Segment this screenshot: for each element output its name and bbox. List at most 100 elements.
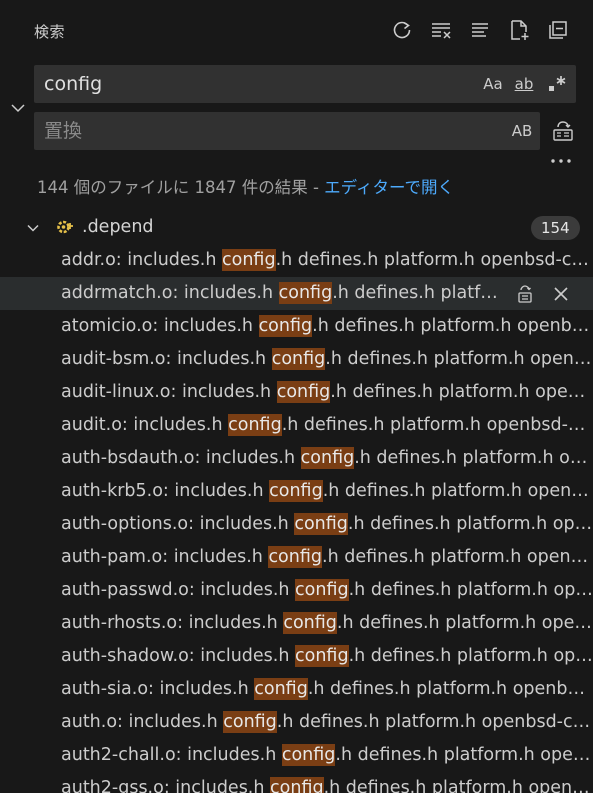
refresh-button[interactable] [389, 17, 415, 43]
match-suffix: .h defines.h platform.h openbsd-compat/o… [347, 514, 593, 534]
new-search-editor-button[interactable] [506, 17, 532, 43]
match-prefix: auth-options.o: includes.h [61, 514, 295, 534]
regex-toggle[interactable] [544, 71, 570, 97]
match-suffix: .h defines.h platform.h openbsd-compat/o… [275, 250, 593, 270]
match-suffix: .h defines.h platform.h openbsd-compat/o… [336, 613, 593, 633]
match-suffix: .h defines.h platform.h openbsd-compat/o… [323, 778, 593, 793]
match-row[interactable]: auth-shadow.o: includes.h config.h defin… [0, 640, 593, 673]
match-text: audit.o: includes.h config.h defines.h p… [61, 414, 593, 436]
replace-all-icon [553, 121, 573, 141]
match-highlight: config [222, 249, 276, 271]
match-suffix: .h defines.h platform.h openbsd-compat/o… [312, 316, 593, 336]
match-row[interactable]: auth-options.o: includes.h config.h defi… [0, 508, 593, 541]
match-text: auth-bsdauth.o: includes.h config.h defi… [61, 447, 593, 469]
match-prefix: auth-passwd.o: includes.h [61, 580, 296, 600]
match-prefix: auth-krb5.o: includes.h [61, 481, 270, 501]
match-prefix: addrmatch.o: includes.h [61, 283, 279, 303]
open-in-editor-link[interactable]: エディターで開く [324, 178, 454, 197]
match-row[interactable]: auth-rhosts.o: includes.h config.h defin… [0, 607, 593, 640]
search-input[interactable] [44, 65, 464, 103]
match-row[interactable]: auth.o: includes.h config.h defines.h pl… [0, 706, 593, 739]
match-case-toggle[interactable]: Aa [480, 71, 506, 97]
panel-title: 検索 [34, 23, 66, 41]
view-as-tree-icon [472, 23, 488, 37]
match-prefix: auth2-chall.o: includes.h [61, 745, 282, 765]
replace-icon [518, 285, 532, 303]
dismiss-button[interactable] [548, 281, 574, 307]
match-suffix: .h defines.h platform.h openbsd-compat/o… [330, 382, 593, 402]
search-field: Aa ab [34, 65, 576, 103]
match-prefix: audit.o: includes.h [61, 415, 229, 435]
match-row[interactable]: auth-pam.o: includes.h config.h defines.… [0, 541, 593, 574]
match-suffix: .h defines.h platform.h openbsd-compat/o… [348, 646, 593, 666]
match-row[interactable]: audit.o: includes.h config.h defines.h p… [0, 409, 593, 442]
match-row[interactable]: audit-bsm.o: includes.h config.h defines… [0, 343, 593, 376]
match-text: auth-shadow.o: includes.h config.h defin… [61, 645, 593, 667]
replace-all-button[interactable] [549, 117, 577, 145]
match-text: auth-krb5.o: includes.h config.h defines… [61, 480, 593, 502]
match-row[interactable]: auth2-chall.o: includes.h config.h defin… [0, 739, 593, 772]
search-details-toggle[interactable] [548, 150, 574, 172]
chevron-down-icon[interactable] [22, 217, 44, 239]
match-prefix: auth-pam.o: includes.h [61, 547, 269, 567]
match-row[interactable]: auth-passwd.o: includes.h config.h defin… [0, 574, 593, 607]
match-whole-word-toggle[interactable]: ab [510, 71, 538, 97]
match-text: auth-rhosts.o: includes.h config.h defin… [61, 612, 593, 634]
match-highlight: config [271, 348, 326, 370]
match-text: auth-passwd.o: includes.h config.h defin… [61, 579, 593, 601]
ellipsis-icon [551, 159, 571, 163]
match-suffix: .h defines.h platform.h openbsd-compat/o… [354, 448, 593, 468]
match-text: auth-options.o: includes.h config.h defi… [61, 513, 593, 535]
view-as-tree-button[interactable] [467, 17, 493, 43]
match-list: addr.o: includes.h config.h defines.h pl… [0, 244, 593, 793]
match-prefix: auth2-gss.o: includes.h [61, 778, 271, 793]
replace-field: AB [34, 112, 540, 150]
match-row[interactable]: addr.o: includes.h config.h defines.h pl… [0, 244, 593, 277]
match-highlight: config [228, 414, 282, 436]
match-highlight: config [300, 447, 355, 469]
replace-button[interactable] [512, 281, 538, 307]
file-result-row[interactable]: .depend 154 [0, 211, 593, 244]
match-suffix: .h defines.h platform.h openbsd-compat/o… [281, 415, 593, 435]
match-highlight: config [283, 612, 337, 634]
match-text: atomicio.o: includes.h config.h defines.… [61, 315, 593, 337]
match-row[interactable]: atomicio.o: includes.h config.h defines.… [0, 310, 593, 343]
toggle-replace-button[interactable] [6, 96, 30, 120]
match-row[interactable]: auth-krb5.o: includes.h config.h defines… [0, 475, 593, 508]
match-suffix: .h defines.h platform.h openbsd-compat/o… [332, 283, 503, 303]
match-row[interactable]: auth2-gss.o: includes.h config.h defines… [0, 772, 593, 793]
match-prefix: addr.o: includes.h [61, 250, 222, 270]
match-highlight: config [258, 315, 313, 337]
match-row[interactable]: addrmatch.o: includes.h config.h defines… [0, 277, 593, 310]
new-search-editor-icon [511, 20, 529, 40]
match-prefix: audit-linux.o: includes.h [61, 382, 277, 402]
match-row[interactable]: auth-bsdauth.o: includes.h config.h defi… [0, 442, 593, 475]
collapse-all-icon [549, 21, 567, 39]
match-row[interactable]: auth-sia.o: includes.h config.h defines.… [0, 673, 593, 706]
row-actions [512, 281, 574, 307]
match-highlight: config [281, 744, 336, 766]
preserve-case-toggle[interactable]: AB [508, 118, 536, 144]
collapse-all-button[interactable] [545, 17, 571, 43]
match-suffix: .h defines.h platform.h openbsd-compat/o… [322, 547, 593, 567]
match-row[interactable]: audit-linux.o: includes.h config.h defin… [0, 376, 593, 409]
match-suffix: .h defines.h platform.h openbsd-compat/o… [307, 679, 593, 699]
match-highlight: config [254, 678, 308, 700]
clear-results-button[interactable] [428, 17, 454, 43]
match-count-badge: 154 [531, 216, 580, 240]
match-prefix: auth-bsdauth.o: includes.h [61, 448, 301, 468]
replace-input[interactable] [44, 112, 464, 150]
match-highlight: config [276, 381, 331, 403]
match-highlight: config [294, 513, 348, 535]
match-suffix: .h defines.h platform.h openbsd-compat/o… [276, 712, 593, 732]
match-text: addrmatch.o: includes.h config.h defines… [61, 282, 503, 304]
refresh-icon [393, 21, 411, 39]
results-count-text: 144 個のファイルに 1847 件の結果 - [37, 178, 325, 197]
results-summary: 144 個のファイルに 1847 件の結果 - エディターで開く [37, 174, 454, 198]
match-prefix: auth-shadow.o: includes.h [61, 646, 296, 666]
match-highlight: config [268, 546, 322, 568]
match-prefix: auth-sia.o: includes.h [61, 679, 255, 699]
match-highlight: config [278, 282, 333, 304]
match-suffix: .h defines.h platform.h openbsd-compat/o… [348, 580, 593, 600]
match-text: addr.o: includes.h config.h defines.h pl… [61, 249, 593, 271]
